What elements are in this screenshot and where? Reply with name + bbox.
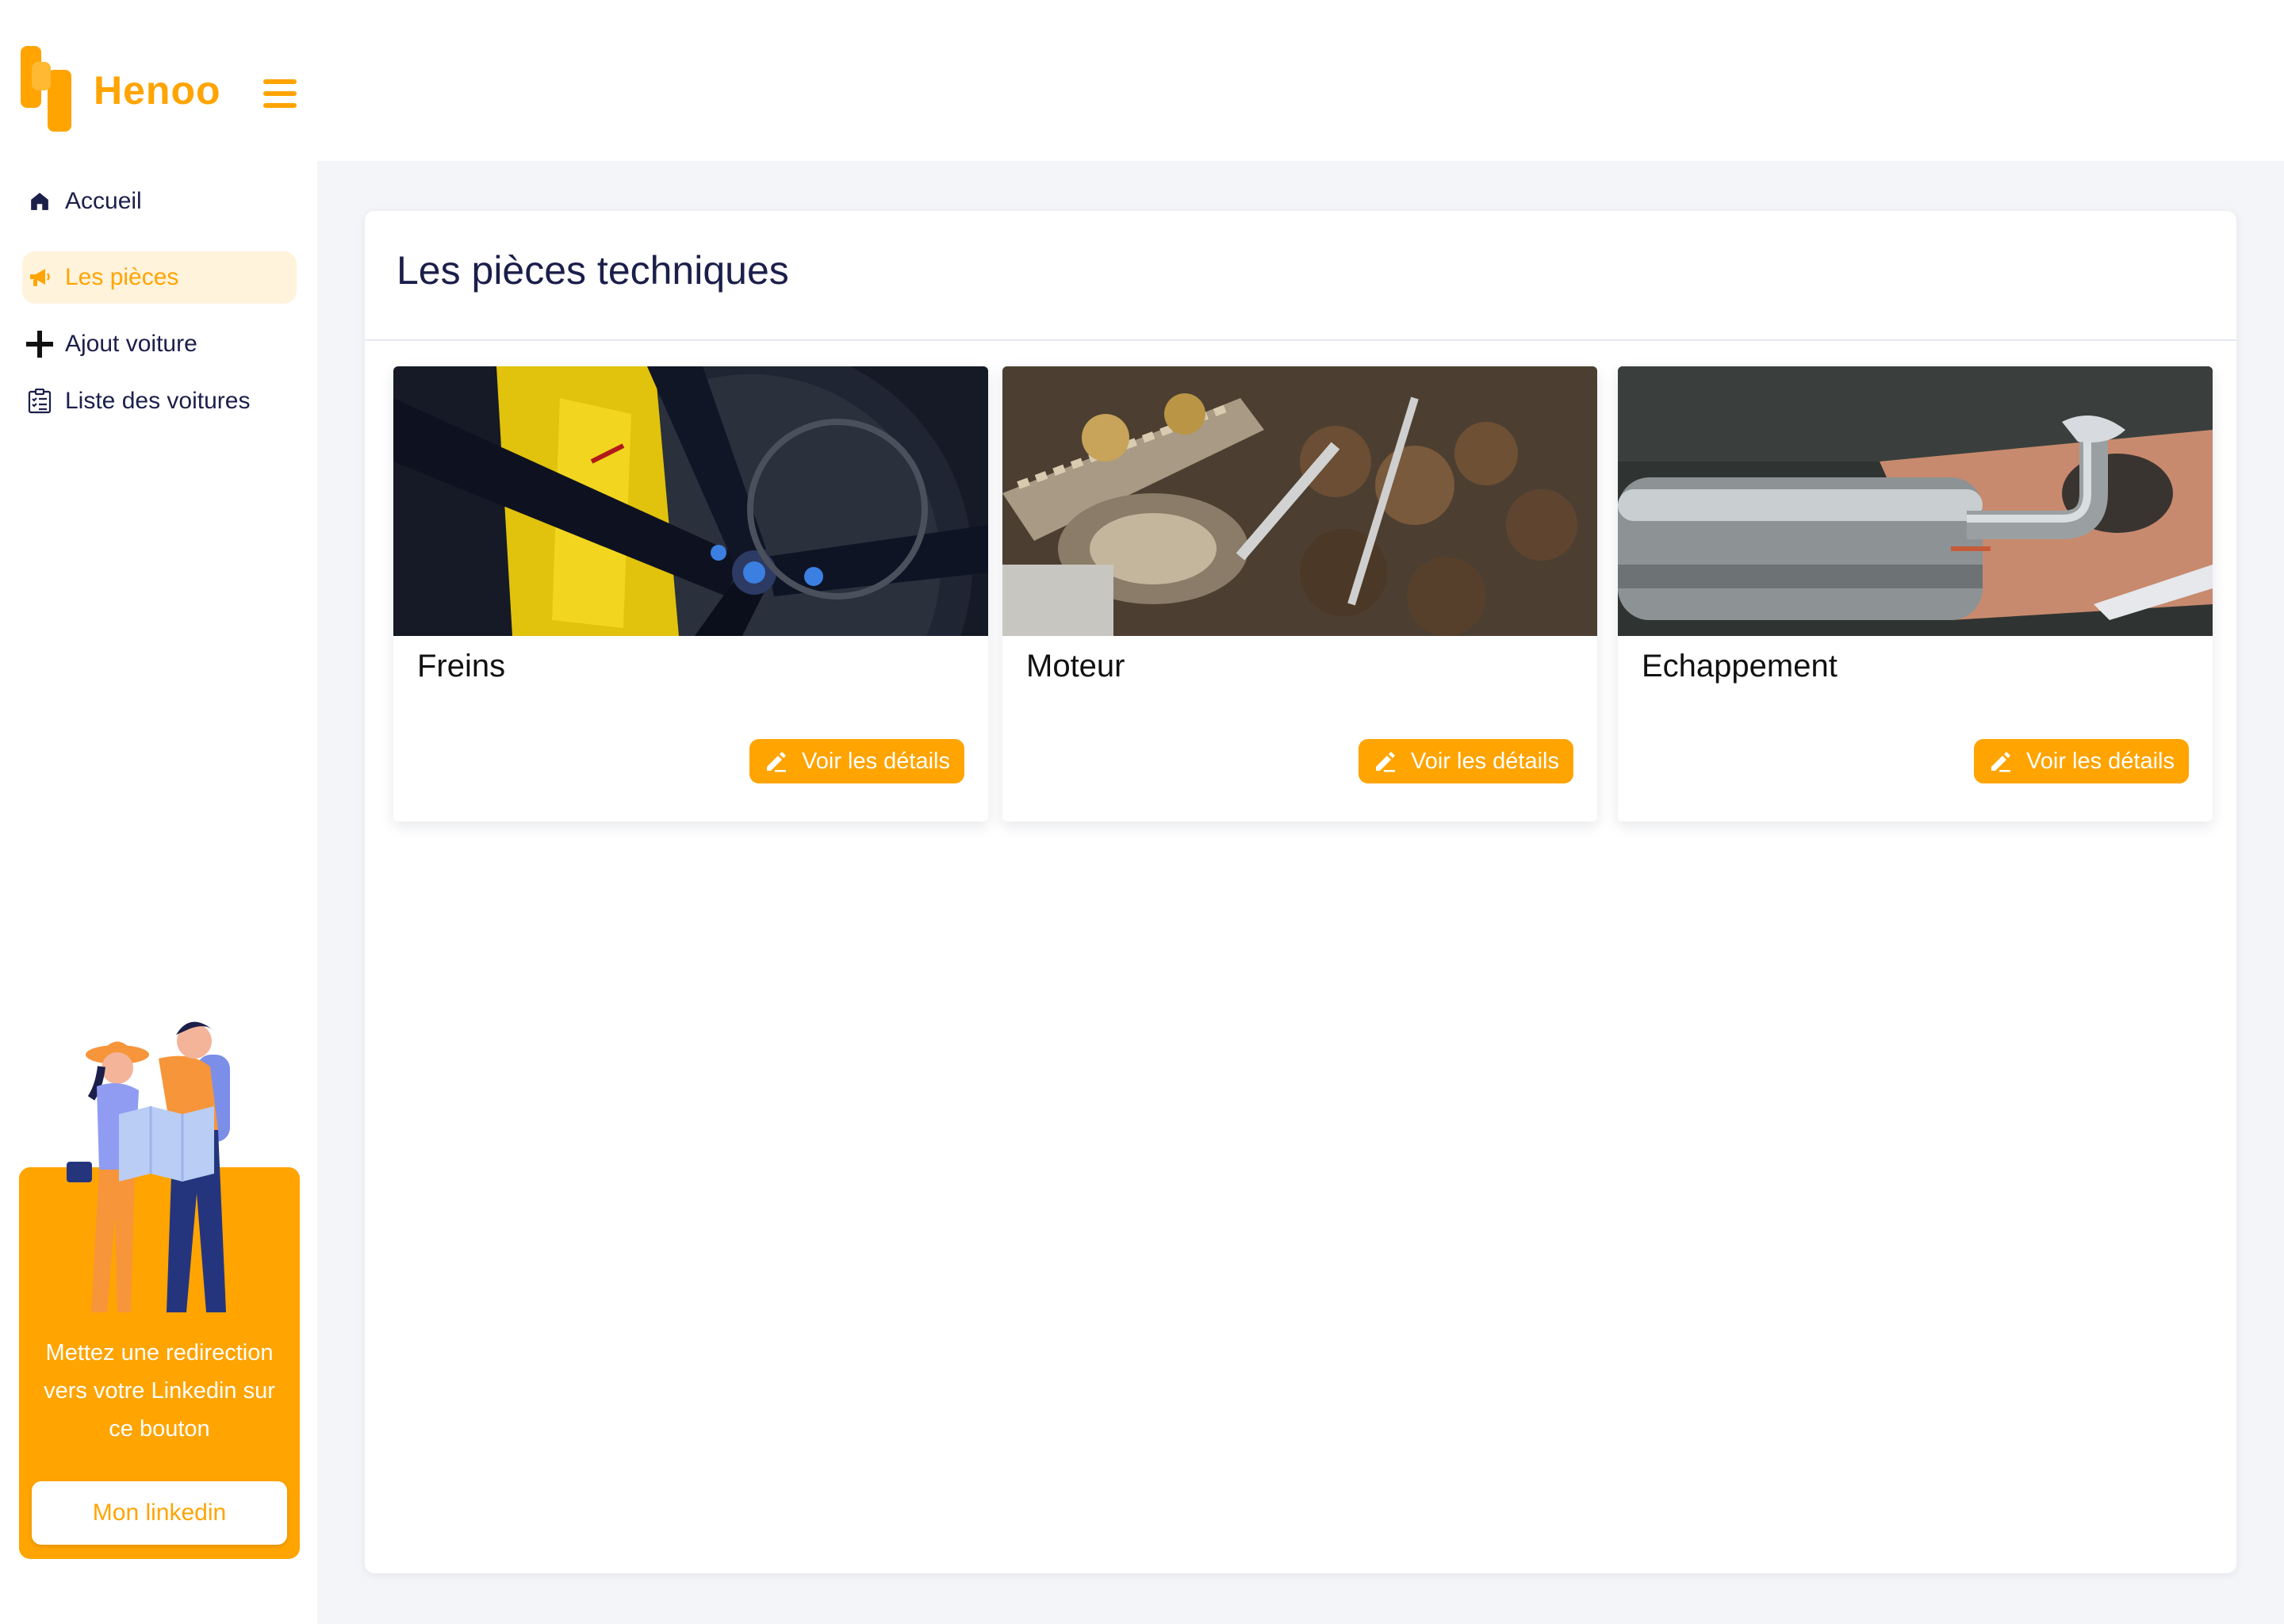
sidebar-item-label: Liste des voitures: [65, 388, 251, 414]
pencil-icon: [1991, 752, 2010, 772]
card-title: Freins: [417, 649, 506, 684]
sidebar-item-ajout-voiture[interactable]: Ajout voiture: [22, 318, 297, 370]
sidebar-item-label: Ajout voiture: [65, 331, 197, 357]
home-icon: [22, 191, 57, 212]
view-details-button[interactable]: Voir les détails: [1974, 739, 2189, 783]
card-echappement: Echappement Voir les détails: [1618, 366, 2213, 822]
megaphone-icon: [22, 266, 57, 289]
card-freins: Freins Voir les détails: [393, 366, 988, 822]
linkedin-button[interactable]: Mon linkedin: [32, 1481, 287, 1545]
henoo-logo-icon[interactable]: [21, 46, 71, 132]
promo-text: Mettez une redirection vers votre Linked…: [44, 1340, 275, 1442]
sidebar-item-label: Les pièces: [65, 264, 179, 290]
travelers-illustration-icon: [67, 1021, 230, 1312]
brand-name[interactable]: Henoo: [94, 67, 221, 113]
top-bar: Henoo: [0, 0, 2284, 161]
view-details-label: Voir les détails: [802, 748, 950, 774]
view-details-label: Voir les détails: [2026, 748, 2175, 774]
card-moteur: Moteur Voir les détails: [1002, 366, 1597, 822]
sidebar-item-les-pieces[interactable]: Les pièces: [22, 251, 297, 304]
exhaust-photo: [1618, 366, 2213, 636]
brake-caliper-photo: [393, 366, 988, 636]
sidebar-item-accueil[interactable]: Accueil: [22, 175, 297, 228]
sidebar-item-label: Accueil: [65, 188, 142, 214]
card-title: Echappement: [1642, 649, 1838, 684]
engine-photo: [1002, 366, 1597, 636]
pencil-icon: [767, 752, 786, 772]
pencil-icon: [1376, 752, 1395, 772]
sidebar: Accueil Les pièces Ajout voiture Liste d…: [0, 161, 317, 1624]
hamburger-icon[interactable]: [263, 79, 297, 108]
page-title: Les pièces techniques: [397, 248, 789, 293]
card-title: Moteur: [1026, 649, 1125, 684]
checklist-icon: [22, 389, 57, 414]
sidebar-item-liste-des-voitures[interactable]: Liste des voitures: [22, 375, 297, 427]
plus-icon: [22, 329, 57, 359]
divider: [365, 339, 2236, 341]
view-details-button[interactable]: Voir les détails: [749, 739, 964, 783]
view-details-button[interactable]: Voir les détails: [1359, 739, 1573, 783]
view-details-label: Voir les détails: [1411, 748, 1559, 774]
